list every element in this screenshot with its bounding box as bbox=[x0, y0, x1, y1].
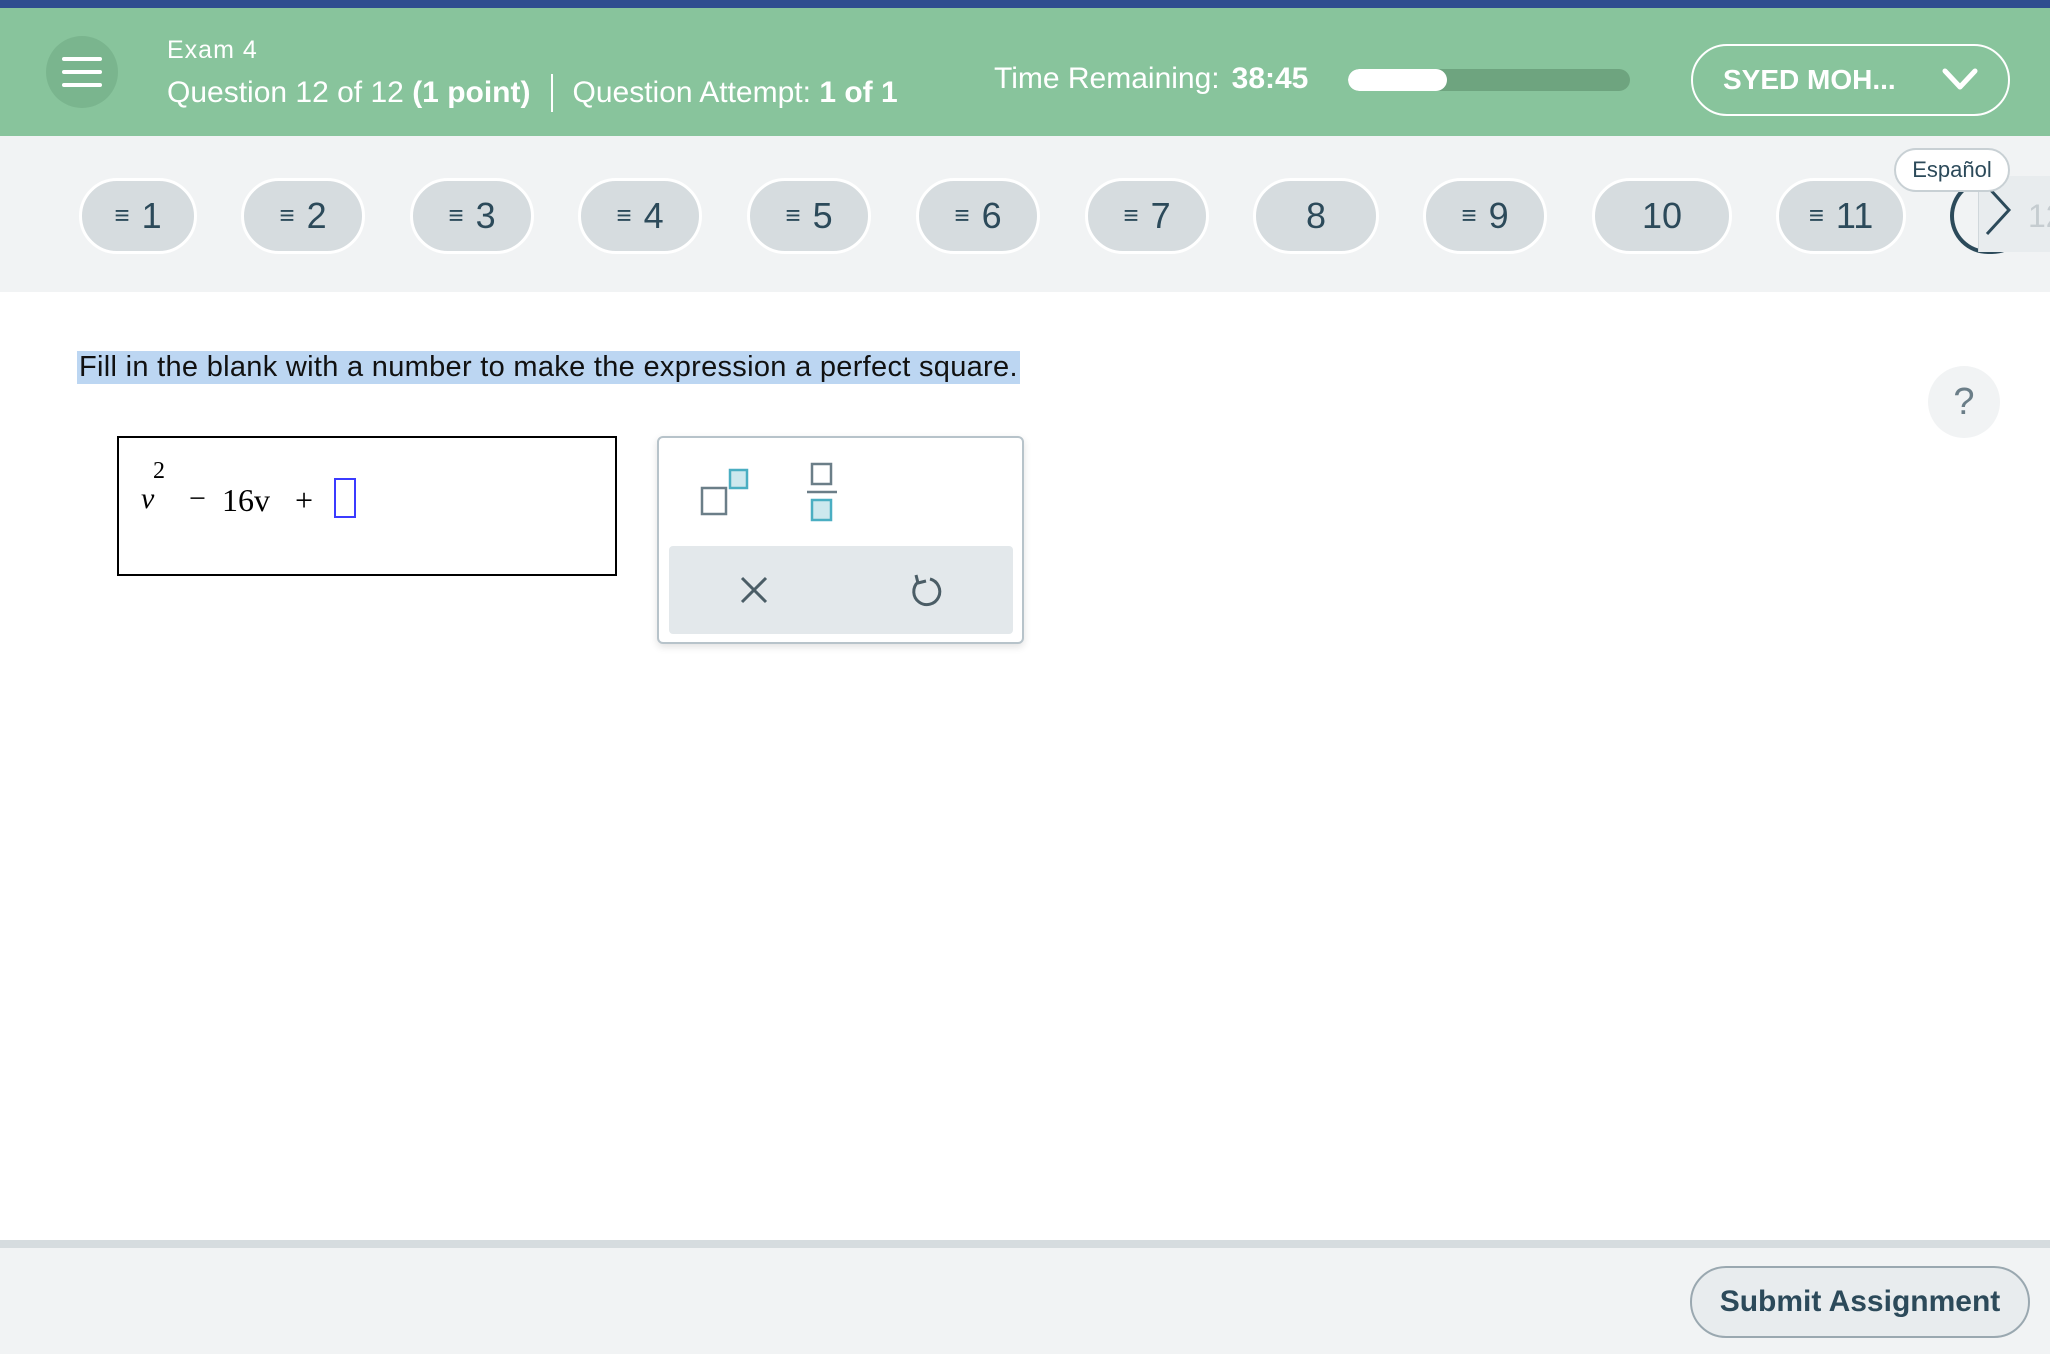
question-nav-button[interactable]: 8 bbox=[1253, 178, 1379, 254]
answered-lines-icon: ≡ bbox=[1123, 199, 1139, 230]
user-menu-button[interactable]: SYED MOH... bbox=[1691, 44, 2010, 116]
time-remaining: Time Remaining: 38:45 bbox=[994, 62, 1308, 96]
language-toggle-button[interactable]: Español bbox=[1894, 148, 2010, 192]
help-button[interactable]: ? bbox=[1928, 366, 2000, 438]
question-nav-label: 3 bbox=[475, 195, 496, 236]
current-question-number: 12 bbox=[2028, 198, 2050, 234]
expression-linear-term: 16v bbox=[222, 482, 270, 518]
answered-lines-icon: ≡ bbox=[1461, 199, 1477, 230]
expression-variable: v bbox=[141, 482, 155, 515]
question-nav-button[interactable]: ≡ 5 bbox=[747, 178, 871, 254]
question-nav-label: 8 bbox=[1305, 195, 1327, 236]
header-bar: Exam 4 Question 12 of 12 (1 point) Quest… bbox=[0, 8, 2050, 136]
info-separator bbox=[550, 74, 553, 112]
attempt-label: Question Attempt: bbox=[572, 76, 811, 109]
menu-icon-line bbox=[62, 70, 102, 74]
question-nav-label: 9 bbox=[1488, 195, 1509, 236]
answered-lines-icon: ≡ bbox=[954, 199, 970, 230]
palette-actions bbox=[669, 546, 1013, 634]
question-nav-button[interactable]: ≡ 7 bbox=[1085, 178, 1209, 254]
answer-input-box[interactable]: v 2 − 16v + bbox=[117, 436, 617, 576]
question-nav-label: 2 bbox=[306, 195, 327, 236]
question-prompt: Fill in the blank with a number to make … bbox=[77, 351, 1020, 384]
undo-icon[interactable] bbox=[900, 564, 952, 616]
answered-lines-icon: ≡ bbox=[448, 199, 464, 230]
question-nav-label: 10 bbox=[1641, 195, 1683, 236]
answered-lines-icon: ≡ bbox=[114, 199, 130, 230]
expression-minus: − bbox=[189, 482, 206, 515]
math-palette bbox=[657, 436, 1024, 644]
user-name: SYED MOH... bbox=[1723, 64, 1896, 95]
question-nav-label: 11 bbox=[1835, 195, 1874, 236]
time-remaining-label: Time Remaining: bbox=[994, 62, 1220, 95]
time-remaining-value: 38:45 bbox=[1231, 62, 1309, 95]
question-nav-button[interactable]: 10 bbox=[1592, 178, 1732, 254]
exam-title: Exam 4 bbox=[167, 36, 258, 64]
blank-input-field[interactable] bbox=[334, 478, 356, 518]
attempt-value: 1 of 1 bbox=[819, 76, 898, 109]
question-nav-label: 1 bbox=[141, 195, 162, 236]
top-accent-line bbox=[0, 0, 2050, 8]
question-points: (1 point) bbox=[412, 76, 531, 109]
question-nav-label: 7 bbox=[1150, 195, 1171, 236]
exponent-template-icon[interactable] bbox=[697, 458, 767, 528]
fraction-template-icon[interactable] bbox=[787, 458, 857, 528]
question-info: Question 12 of 12 (1 point) Question Att… bbox=[167, 74, 898, 112]
answered-lines-icon: ≡ bbox=[785, 199, 801, 230]
question-nav-label: 6 bbox=[981, 195, 1002, 236]
question-navigation: ≡ 1 ≡ 2 ≡ 3 ≡ 4 ≡ 5 ≡ 6 ≡ 7 8 ≡ 9 10 ≡ 11 bbox=[0, 136, 2050, 292]
question-nav-label: 5 bbox=[812, 195, 833, 236]
menu-icon-line bbox=[62, 57, 102, 61]
clear-icon[interactable] bbox=[728, 564, 780, 616]
menu-icon-line bbox=[62, 83, 102, 87]
answered-lines-icon: ≡ bbox=[279, 199, 295, 230]
submit-assignment-button[interactable]: Submit Assignment bbox=[1690, 1266, 2030, 1338]
answered-lines-icon: ≡ bbox=[1808, 199, 1824, 230]
expression-plus: + bbox=[295, 482, 314, 518]
time-progress-fill bbox=[1348, 69, 1447, 91]
question-nav-button[interactable]: ≡ 6 bbox=[916, 178, 1040, 254]
question-nav-button[interactable]: ≡ 1 bbox=[79, 178, 197, 254]
menu-button[interactable] bbox=[46, 36, 118, 108]
question-nav-button[interactable]: ≡ 4 bbox=[578, 178, 702, 254]
question-nav-button[interactable]: ≡ 2 bbox=[241, 178, 365, 254]
question-counter: Question 12 of 12 bbox=[167, 76, 404, 109]
expression-exponent: 2 bbox=[153, 458, 165, 484]
answered-lines-icon: ≡ bbox=[616, 199, 632, 230]
time-progress-bar bbox=[1348, 69, 1630, 91]
question-nav-button[interactable]: ≡ 3 bbox=[410, 178, 534, 254]
chevron-down-icon bbox=[1942, 68, 1978, 90]
question-nav-button[interactable]: ≡ 9 bbox=[1423, 178, 1547, 254]
question-nav-label: 4 bbox=[643, 195, 664, 236]
question-nav-button[interactable]: ≡ 11 bbox=[1776, 178, 1906, 254]
